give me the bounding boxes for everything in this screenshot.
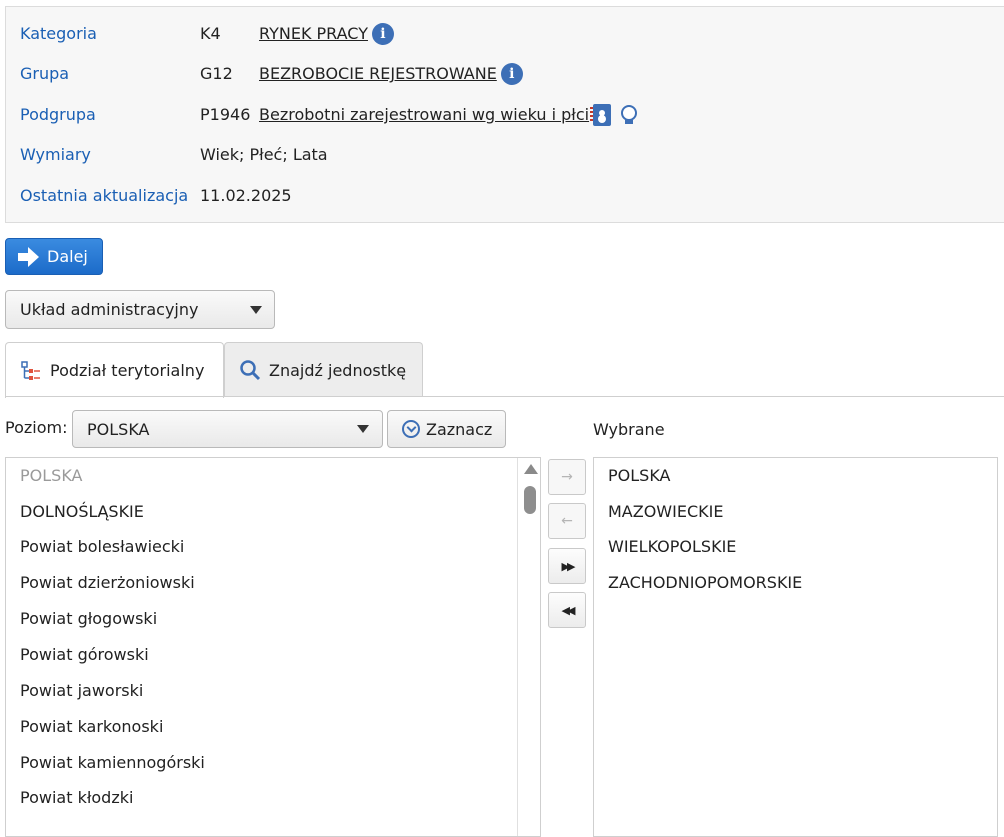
- list-item[interactable]: Powiat jaworski: [20, 679, 143, 703]
- next-button-label: Dalej: [47, 247, 88, 266]
- subgroup-code: P1946: [200, 105, 251, 124]
- updated-label: Ostatnia aktualizacja: [20, 186, 189, 205]
- list-item[interactable]: Powiat bolesławiecki: [20, 535, 184, 559]
- category-link[interactable]: RYNEK PRACY: [259, 22, 368, 46]
- tab-label: Podział terytorialny: [50, 361, 205, 380]
- list-item[interactable]: DOLNOŚLĄSKIE: [20, 500, 144, 524]
- list-item[interactable]: ZACHODNIOPOMORSKIE: [608, 571, 802, 595]
- add-all-button[interactable]: ▶▶: [548, 548, 586, 584]
- arrow-right-icon: →: [561, 469, 573, 485]
- chevron-down-icon: [250, 306, 262, 314]
- subgroup-label: Podgrupa: [20, 105, 96, 124]
- selected-list-label: Wybrane: [593, 420, 665, 439]
- group-label: Grupa: [20, 64, 70, 83]
- add-selected-button[interactable]: →: [548, 459, 586, 495]
- double-arrow-right-icon: ▶▶: [561, 559, 576, 573]
- chevron-down-icon: [357, 425, 369, 433]
- list-item[interactable]: Powiat karkonoski: [20, 715, 163, 739]
- metadata-panel: Kategoria K4 RYNEK PRACY i Grupa G12 BEZ…: [5, 6, 1004, 223]
- list-item[interactable]: POLSKA: [608, 464, 670, 488]
- chevron-circle-down-icon: [402, 420, 420, 438]
- arrow-right-icon: [18, 246, 39, 267]
- arrow-left-icon: ←: [561, 513, 573, 529]
- scroll-up-icon[interactable]: [524, 464, 538, 474]
- level-select-value: POLSKA: [87, 419, 150, 439]
- list-item[interactable]: Powiat kamiennogórski: [20, 751, 205, 775]
- selected-units-list[interactable]: POLSKA MAZOWIECKIE WIELKOPOLSKIE ZACHODN…: [593, 457, 998, 837]
- updated-value: 11.02.2025: [200, 186, 292, 205]
- info-icon[interactable]: i: [371, 23, 394, 45]
- remove-selected-button[interactable]: ←: [548, 503, 586, 539]
- available-units-list[interactable]: POLSKA DOLNOŚLĄSKIE Powiat bolesławiecki…: [5, 457, 541, 837]
- tab-find-unit[interactable]: Znajdź jednostkę: [224, 342, 423, 397]
- group-link[interactable]: BEZROBOCIE REJESTROWANE: [259, 62, 497, 86]
- lightbulb-icon[interactable]: [621, 105, 638, 125]
- group-code: G12: [200, 64, 233, 83]
- level-select[interactable]: POLSKA: [72, 410, 383, 448]
- tree-hierarchy-icon: [21, 360, 40, 380]
- mark-button[interactable]: Zaznacz: [387, 410, 506, 448]
- next-button[interactable]: Dalej: [5, 238, 103, 275]
- list-item[interactable]: Powiat kłodzki: [20, 786, 133, 810]
- metadata-book-icon[interactable]: [590, 104, 612, 126]
- tab-territorial-division[interactable]: Podział terytorialny: [5, 342, 224, 398]
- mark-button-label: Zaznacz: [426, 419, 493, 439]
- info-icon[interactable]: i: [500, 63, 523, 85]
- list-item[interactable]: POLSKA: [20, 464, 82, 488]
- level-label: Poziom:: [5, 418, 68, 437]
- dimensions-label: Wymiary: [20, 145, 91, 164]
- scrollbar-thumb[interactable]: [524, 486, 536, 514]
- category-label: Kategoria: [20, 24, 97, 43]
- list-item[interactable]: Powiat głogowski: [20, 607, 157, 631]
- category-code: K4: [200, 24, 221, 43]
- remove-all-button[interactable]: ◀◀: [548, 592, 586, 628]
- dimensions-value: Wiek; Płeć; Lata: [200, 145, 328, 164]
- list-item[interactable]: WIELKOPOLSKIE: [608, 535, 736, 559]
- double-arrow-left-icon: ◀◀: [561, 603, 576, 617]
- subgroup-link[interactable]: Bezrobotni zarejestrowani wg wieku i płc…: [259, 103, 589, 127]
- search-icon: [240, 360, 261, 381]
- layout-select-value: Układ administracyjny: [20, 300, 199, 319]
- tabs-divider: [5, 396, 1004, 397]
- list-item[interactable]: Powiat dzierżoniowski: [20, 571, 195, 595]
- scrollbar[interactable]: [517, 458, 540, 836]
- layout-select[interactable]: Układ administracyjny: [5, 290, 275, 329]
- list-item[interactable]: Powiat górowski: [20, 643, 149, 667]
- list-item[interactable]: MAZOWIECKIE: [608, 500, 723, 524]
- tab-label: Znajdź jednostkę: [269, 360, 407, 380]
